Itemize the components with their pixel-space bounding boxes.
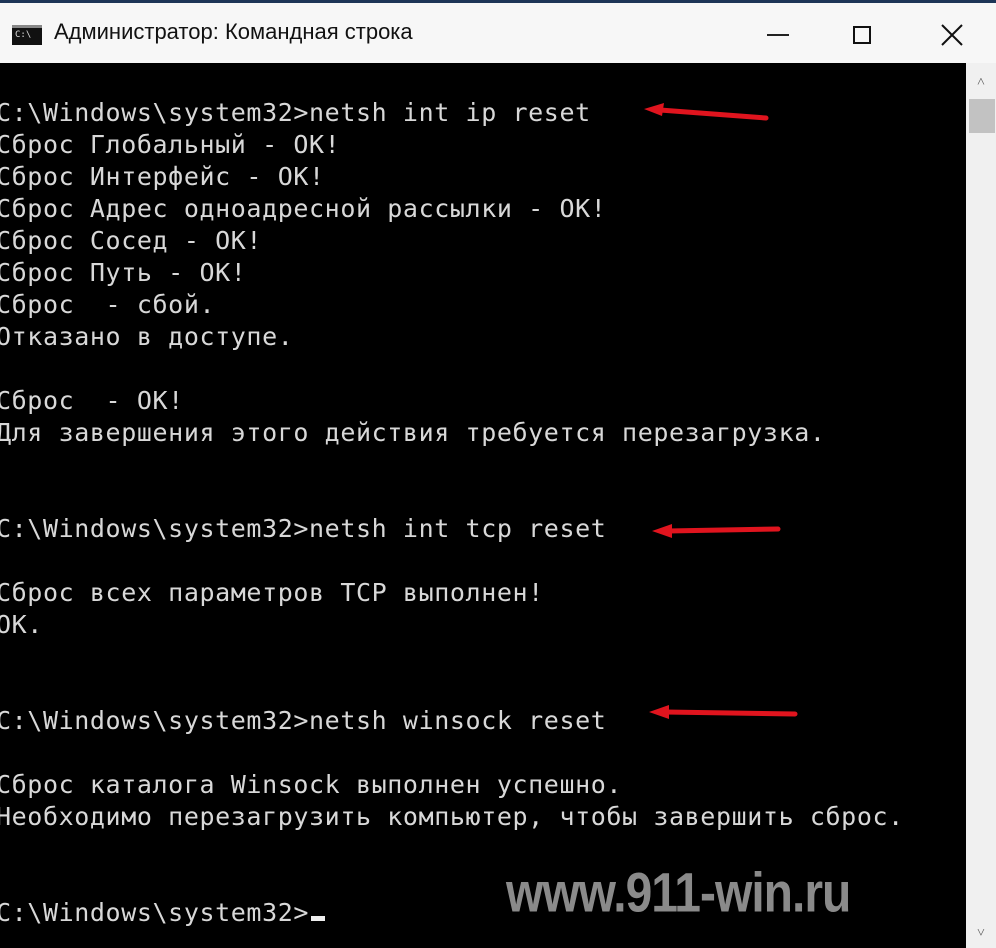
watermark: www.911-win.ru	[506, 863, 851, 925]
red-arrow-icon	[649, 705, 798, 719]
text-cursor	[311, 916, 326, 921]
command-line: C:\Windows\system32>	[0, 897, 326, 929]
chevron-down-icon: ˅	[977, 924, 985, 941]
maximize-icon	[853, 26, 871, 44]
output-line: Сброс Интерфейс - ОК!	[0, 162, 325, 191]
command-line: C:\Windows\system32>netsh int tcp reset	[0, 514, 607, 543]
command-line: C:\Windows\system32>netsh winsock reset	[0, 706, 607, 735]
output-line: Сброс Глобальный - ОК!	[0, 130, 341, 159]
output-line: Сброс - сбой.	[0, 290, 216, 319]
chevron-up-icon: ˄	[977, 73, 985, 90]
minimize-icon	[767, 34, 789, 36]
output-line: Отказано в доступе.	[0, 322, 294, 351]
output-line: Для завершения этого действия требуется …	[0, 418, 826, 447]
console-output[interactable]: C:\Windows\system32>netsh int ip reset Сб…	[0, 63, 966, 948]
output-line: Сброс Путь - ОК!	[0, 258, 247, 287]
vertical-scrollbar[interactable]: ˄ ˅	[966, 63, 996, 948]
output-line: Сброс - ОК!	[0, 386, 184, 415]
output-line: Сброс всех параметров TCP выполнен!	[0, 578, 544, 607]
output-line: Сброс Адрес одноадресной рассылки - ОК!	[0, 194, 607, 223]
output-line: Необходимо перезагрузить компьютер, чтоб…	[0, 802, 904, 831]
scroll-up-button[interactable]: ˄	[966, 67, 996, 97]
red-arrow-icon	[644, 103, 769, 121]
console-icon: C:\	[12, 25, 42, 45]
scroll-thumb[interactable]	[969, 99, 995, 133]
close-icon	[941, 24, 963, 46]
title-bar[interactable]: C:\ Администратор: Командная строка	[0, 3, 996, 63]
close-button[interactable]	[922, 6, 982, 64]
output-line: ОК.	[0, 610, 43, 639]
window-title: Администратор: Командная строка	[54, 19, 413, 44]
output-line: Сброс Сосед - ОК!	[0, 226, 263, 255]
output-line: Сброс каталога Winsock выполнен успешно.	[0, 770, 623, 799]
console-icon-text: C:\	[15, 30, 32, 40]
red-arrow-icon	[652, 524, 781, 538]
minimize-button[interactable]	[748, 6, 808, 64]
command-line: C:\Windows\system32>netsh int ip reset	[0, 98, 591, 127]
maximize-button[interactable]	[832, 6, 892, 64]
scroll-down-button[interactable]: ˅	[966, 918, 996, 948]
